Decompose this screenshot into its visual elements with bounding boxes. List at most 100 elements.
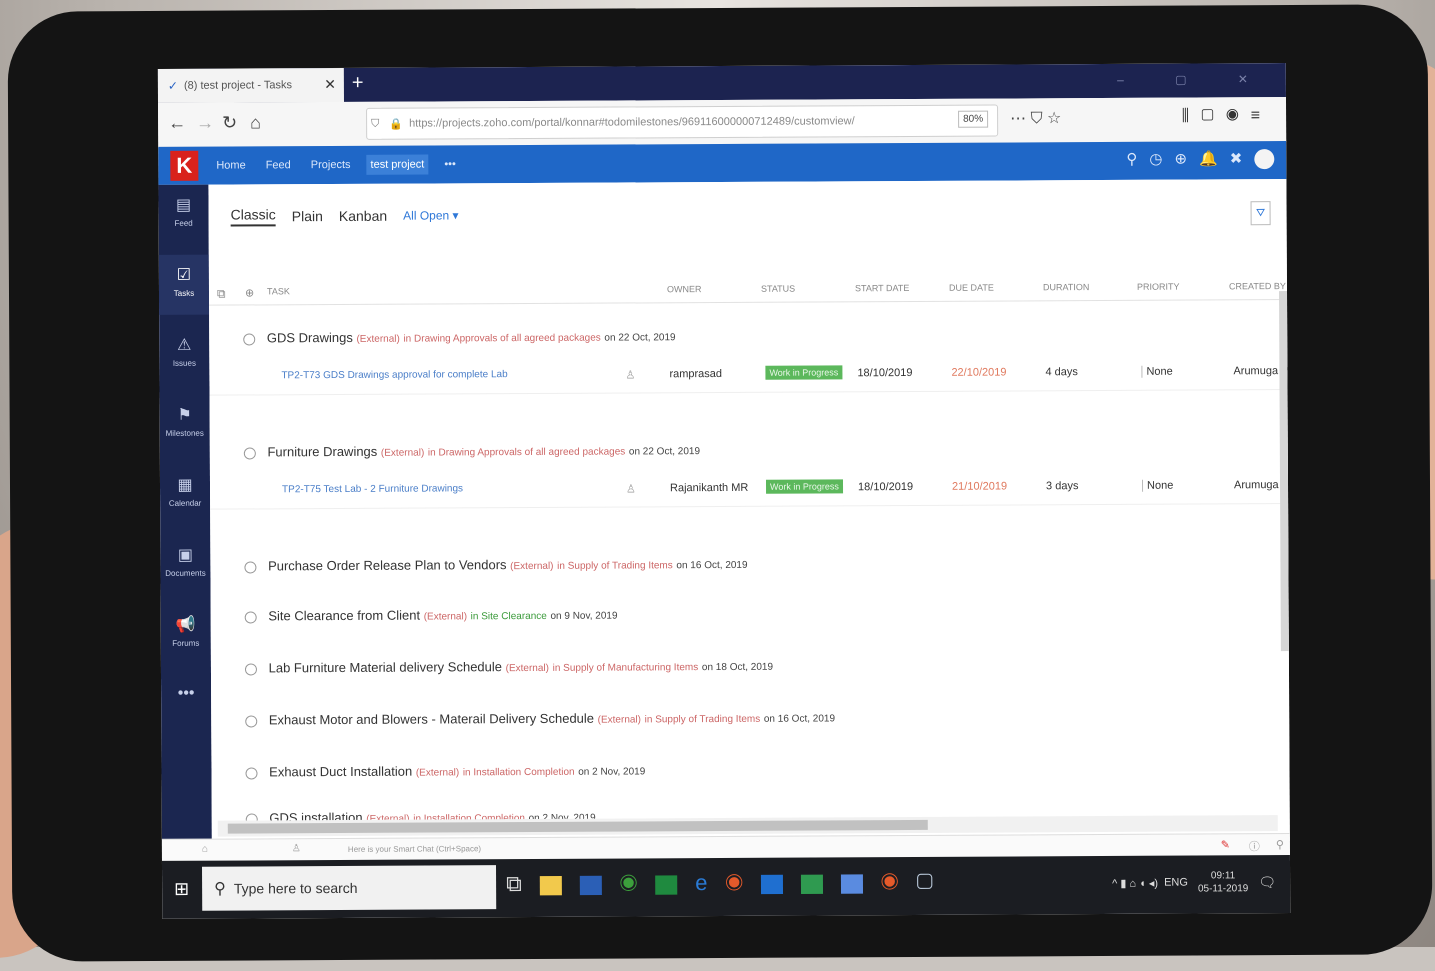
word-icon[interactable]: ▇ [580, 871, 620, 896]
menu-test-project[interactable]: test project [366, 154, 429, 175]
table-row[interactable]: TP2-T75 Test Lab - 2 Furniture Drawings … [209, 469, 1289, 510]
col-start-date[interactable]: START DATE [855, 283, 909, 293]
filter-icon[interactable]: ⛛ [1250, 201, 1271, 226]
user-icon[interactable]: ♙ [292, 843, 301, 854]
owner[interactable]: ramprasad [669, 368, 722, 380]
timer-icon[interactable]: ◷ [1149, 151, 1174, 168]
due-date[interactable]: 22/10/2019 [951, 366, 1006, 378]
page-actions[interactable]: ⋯ ⛉ ☆ [1010, 108, 1061, 128]
add-column-icon[interactable]: ⊕ [245, 286, 254, 299]
milestone-group[interactable]: Exhaust Motor and Blowers - Materail Del… [245, 709, 835, 727]
new-tab-button[interactable]: + [352, 72, 364, 95]
priority[interactable]: None [1141, 479, 1174, 492]
status-badge[interactable]: Work in Progress [765, 479, 843, 494]
info-icon[interactable]: ⓘ [1249, 838, 1260, 854]
col-task[interactable]: TASK [267, 286, 290, 296]
back-icon[interactable]: ← [168, 113, 186, 134]
menu-projects[interactable]: Projects [307, 155, 355, 175]
milestone-group[interactable]: Exhaust Duct Installation (External) in … [245, 762, 645, 779]
sidebar-item-milestones[interactable]: ⚑ Milestones [160, 395, 210, 455]
milestone-group[interactable]: Lab Furniture Material delivery Schedule… [244, 658, 773, 676]
col-status[interactable]: STATUS [761, 284, 795, 294]
start-date[interactable]: 18/10/2019 [858, 481, 913, 493]
sidebar-item-forums[interactable]: 📢 Forums [161, 605, 211, 665]
task-name[interactable]: TP2-T75 Test Lab - 2 Furniture Drawings [282, 483, 463, 495]
sidebar-item-tasks[interactable]: ☑ Tasks [158, 254, 210, 315]
menu-more[interactable]: ••• [440, 154, 460, 174]
milestone-group[interactable]: Furniture Drawings (External) in Drawing… [243, 442, 700, 460]
menu-feed[interactable]: Feed [262, 155, 295, 175]
scrollbar-thumb[interactable] [227, 819, 928, 834]
close-tab-icon[interactable]: ✕ [324, 76, 336, 93]
collapse-icon[interactable] [243, 446, 256, 460]
window-controls[interactable]: – ▢ ✕ [1117, 72, 1272, 87]
clock[interactable]: 09:11 05-11-2019 [1198, 869, 1249, 895]
browser-tab[interactable]: ✓ (8) test project - Tasks ✕ [157, 67, 344, 103]
windows-start-icon[interactable]: ⊞ [174, 879, 189, 900]
firefox-icon[interactable]: ◉ [725, 870, 761, 895]
status-badge[interactable]: Work in Progress [765, 365, 843, 380]
view-kanban[interactable]: Kanban [339, 208, 387, 224]
file-explorer-icon[interactable]: ▇ [540, 871, 580, 896]
vertical-scrollbar[interactable] [1279, 291, 1289, 652]
sidebar-item-issues[interactable]: ⚠ Issues [159, 325, 209, 385]
company-logo[interactable]: K [170, 150, 199, 181]
col-priority[interactable]: PRIORITY [1137, 282, 1180, 292]
tools-icon[interactable]: ✖ [1230, 150, 1255, 167]
col-due-date[interactable]: DUE DATE [949, 283, 994, 293]
col-created-by[interactable]: CREATED BY [1229, 281, 1286, 291]
tray-icons[interactable]: ^ ▮ ⌂ ◖ ◂) [1112, 876, 1158, 889]
add-icon[interactable]: ⊕ [1174, 150, 1199, 167]
sidebar-item-feed[interactable]: ▤ Feed [158, 185, 208, 245]
sidebar-item-documents[interactable]: ▣ Documents [160, 535, 210, 595]
address-bar[interactable]: ⛉ 🔒 https://projects.zoho.com/portal/kon… [366, 104, 999, 140]
priority[interactable]: None [1141, 365, 1173, 378]
outlook-icon[interactable]: ▇ [761, 870, 801, 895]
language[interactable]: ENG [1164, 877, 1188, 889]
sidebar-item-more[interactable]: ••• [161, 675, 211, 735]
select-icon[interactable]: ⧉ [217, 287, 226, 302]
table-row[interactable]: TP2-T73 GDS Drawings approval for comple… [209, 355, 1288, 396]
view-plain[interactable]: Plain [292, 208, 323, 224]
filter-dropdown[interactable]: All Open ▾ [403, 208, 458, 222]
expand-icon[interactable] [244, 610, 257, 624]
search-icon[interactable]: ⚲ [1126, 151, 1149, 168]
expand-icon[interactable] [245, 714, 258, 728]
search-icon[interactable]: ⚲ [1276, 838, 1284, 851]
toolbar-icons[interactable]: ⫼▢◉≡ [1182, 107, 1272, 125]
collapse-icon[interactable] [243, 332, 256, 346]
col-duration[interactable]: DURATION [1043, 282, 1089, 292]
avatar[interactable] [1254, 149, 1275, 170]
bell-icon[interactable]: 🔔 [1199, 150, 1230, 167]
start-date[interactable]: 18/10/2019 [857, 367, 912, 379]
excel-icon[interactable]: ▇ [655, 870, 695, 895]
project-icon[interactable]: ▇ [801, 869, 841, 894]
firefox-active-icon[interactable]: ◉ [881, 869, 917, 894]
pin-icon[interactable]: ✎ [1221, 838, 1230, 851]
view-classic[interactable]: Classic [230, 206, 276, 227]
notification-icon[interactable]: 🗨 [1258, 874, 1276, 891]
col-owner[interactable]: OWNER [667, 284, 702, 294]
app-icon[interactable]: ▢ [916, 869, 951, 894]
edge-icon[interactable]: e [695, 870, 725, 895]
chrome-icon[interactable]: ◉ [620, 870, 656, 895]
milestone-group[interactable]: Site Clearance from Client (External) in… [244, 607, 618, 624]
task-view-icon[interactable]: ⧉ [506, 871, 540, 896]
taskbar-search[interactable]: ⚲ Type here to search [202, 865, 497, 911]
reload-icon[interactable]: ↻ [222, 113, 237, 134]
expand-icon[interactable] [245, 766, 258, 780]
task-name[interactable]: TP2-T73 GDS Drawings approval for comple… [281, 369, 507, 381]
sidebar-item-calendar[interactable]: ▦ Calendar [160, 465, 210, 525]
chart-icon[interactable]: ▇ [841, 869, 881, 894]
smart-chat-input[interactable]: Here is your Smart Chat (Ctrl+Space) [348, 844, 481, 854]
forward-icon[interactable]: → [196, 113, 214, 134]
owner[interactable]: Rajanikanth MR [670, 482, 748, 494]
milestone-group[interactable]: Purchase Order Release Plan to Vendors (… [244, 556, 748, 574]
home-icon[interactable]: ⌂ [250, 112, 261, 133]
due-date[interactable]: 21/10/2019 [952, 480, 1007, 492]
menu-home[interactable]: Home [212, 155, 249, 175]
milestone-group[interactable]: GDS Drawings (External) in Drawing Appro… [243, 328, 676, 346]
expand-icon[interactable] [244, 662, 257, 676]
expand-icon[interactable] [244, 560, 257, 574]
zoom-level[interactable]: 80% [958, 110, 989, 128]
